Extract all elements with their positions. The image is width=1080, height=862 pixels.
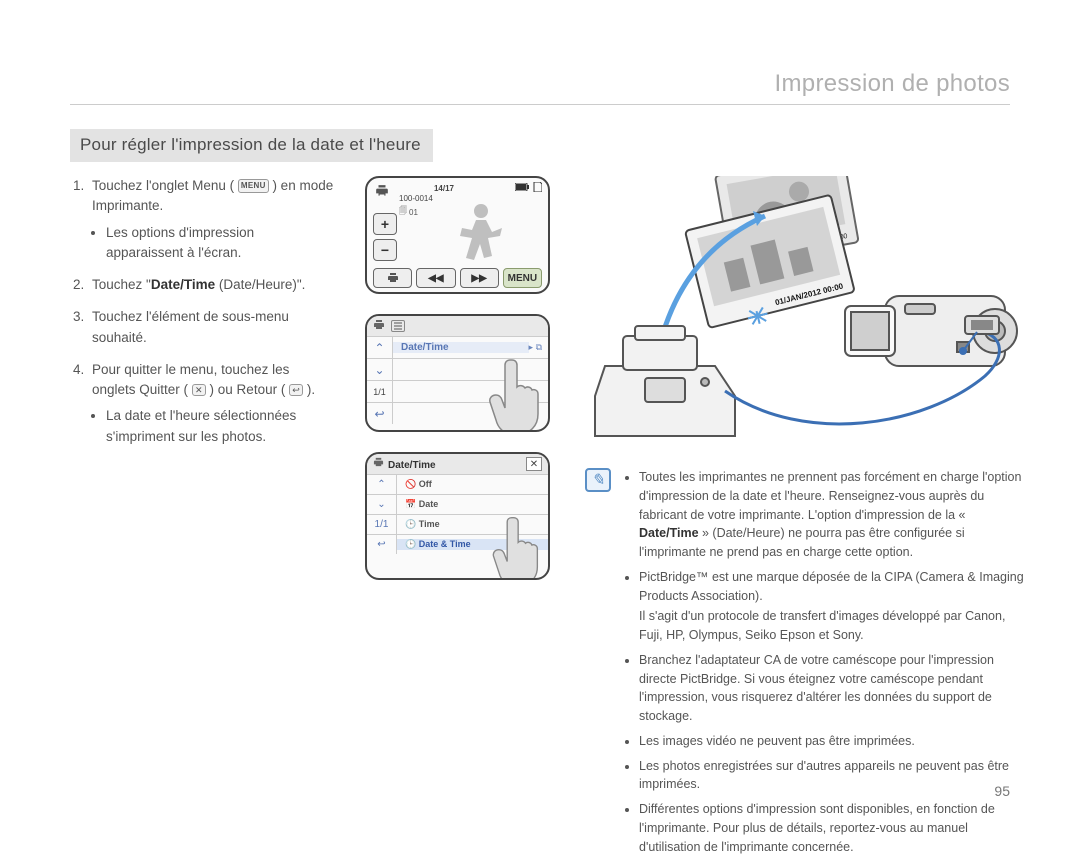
step-2-post: (Date/Heure)". — [215, 277, 305, 292]
counter-label: 14/17 — [434, 184, 454, 193]
printer-icon — [373, 319, 385, 334]
screen3-header: Date/Time ✕ — [367, 454, 548, 474]
step-4: Pour quitter le menu, touchez les onglet… — [88, 360, 335, 447]
step-2: Touchez "Date/Time (Date/Heure)". — [88, 275, 335, 295]
sd-icon — [532, 182, 542, 194]
page-indicator: 1/1 — [367, 515, 397, 534]
print-button[interactable] — [373, 268, 412, 288]
up-button[interactable]: ⌃ — [367, 475, 397, 494]
lcd-screen-1: 14/17 100-0014 🗐01 + − — [365, 176, 550, 294]
battery-icon — [515, 183, 529, 193]
note-1: Toutes les imprimantes ne prennent pas f… — [639, 468, 1025, 562]
close-button[interactable]: ✕ — [526, 457, 542, 471]
touch-hand-icon — [484, 356, 550, 432]
opt-dt-label: Date & Time — [419, 539, 471, 549]
lcd-screen-3: Date/Time ✕ ⌃🚫 Off ⌄📅 Date 1/1🕒 Time ↩🕒 … — [365, 452, 550, 580]
step-2-pre: Touchez " — [92, 277, 151, 292]
up-button[interactable]: ⌃ — [367, 337, 393, 358]
datetime-icon: 🕒 — [405, 539, 416, 549]
step-4-mid: ) ou Retour ( — [206, 382, 289, 397]
steps-column: Touchez l'onglet Menu ( MENU ) en mode I… — [70, 176, 335, 862]
page-indicator: 1/1 — [367, 381, 393, 402]
more-icon: ▸ ⧉ — [529, 342, 548, 353]
screen2-header — [367, 316, 548, 336]
return-icon: ↩ — [289, 384, 303, 396]
calendar-icon: 📅 — [405, 499, 416, 509]
return-button[interactable]: ↩ — [367, 535, 397, 554]
page-number: 95 — [994, 783, 1010, 799]
opt-date-label: Date — [419, 499, 439, 509]
step-4-post: ). — [303, 382, 315, 397]
option-off[interactable]: ⌃ 🚫 Off — [367, 474, 548, 494]
step-3: Touchez l'élément de sous-menu souhaité. — [88, 307, 335, 348]
return-button[interactable]: ↩ — [367, 403, 393, 424]
step-4-sub: La date et l'heure sélectionnées s'impri… — [106, 406, 335, 447]
minus-button[interactable]: − — [373, 239, 397, 261]
menu-button[interactable]: MENU — [503, 268, 542, 288]
copies-icon: 🗐 — [399, 205, 407, 219]
qty-toolbar: + − — [373, 213, 397, 261]
touch-hand-icon — [488, 514, 550, 580]
down-button[interactable]: ⌄ — [367, 495, 397, 514]
lcd-screen-2: ⌃ Date/Time ▸ ⧉ ⌄ 1/1 ↩ — [365, 314, 550, 432]
steps-list: Touchez l'onglet Menu ( MENU ) en mode I… — [70, 176, 335, 447]
note-icon: ✎ — [585, 468, 611, 492]
note-1-bold: Date/Time — [639, 526, 699, 540]
section-subtitle: Pour régler l'impression de la date et l… — [70, 129, 433, 162]
printer-icon — [375, 184, 389, 201]
clock-icon: 🕒 — [405, 519, 416, 529]
step-2-bold: Date/Time — [151, 277, 215, 292]
step-1-sub: Les options d'impression apparaissent à … — [106, 223, 335, 264]
right-column: 01/JAN/2012 00:00 01/JAN/2012 00:00 — [585, 176, 1025, 862]
next-button[interactable]: ▶▶ — [460, 268, 499, 288]
menu-icon: MENU — [238, 179, 269, 193]
filecode-label: 100-0014 — [399, 194, 433, 203]
screen3-title: Date/Time — [388, 460, 436, 471]
opt-time-label: Time — [419, 519, 440, 529]
nav-toolbar: ◀◀ ▶▶ MENU — [373, 268, 542, 288]
plus-button[interactable]: + — [373, 213, 397, 235]
prev-button[interactable]: ◀◀ — [416, 268, 455, 288]
printer-icon — [373, 460, 384, 471]
note-4: Les images vidéo ne peuvent pas être imp… — [639, 732, 1025, 751]
photo-silhouette — [446, 198, 516, 276]
folder-label: 01 — [409, 208, 418, 217]
off-icon: 🚫 — [405, 479, 416, 489]
content-columns: Touchez l'onglet Menu ( MENU ) en mode I… — [70, 176, 1010, 862]
connection-illustration: 01/JAN/2012 00:00 01/JAN/2012 00:00 — [585, 176, 1025, 456]
note-2: PictBridge™ est une marque déposée de la… — [639, 568, 1025, 645]
note-2-cont: Il s'agit d'un protocole de transfert d'… — [639, 607, 1025, 645]
page-title: Impression de photos — [70, 70, 1010, 105]
option-date[interactable]: ⌄ 📅 Date — [367, 494, 548, 514]
menu-row-datetime[interactable]: ⌃ Date/Time ▸ ⧉ — [367, 336, 548, 358]
down-button[interactable]: ⌄ — [367, 359, 393, 380]
note-6: Différentes options d'impression sont di… — [639, 800, 1025, 856]
note-3: Branchez l'adaptateur CA de votre camésc… — [639, 651, 1025, 726]
notes-list: Toutes les imprimantes ne prennent pas f… — [621, 468, 1025, 862]
page-root: Impression de photos Pour régler l'impre… — [0, 0, 1080, 827]
note-5: Les photos enregistrées sur d'autres app… — [639, 757, 1025, 795]
datetime-label: Date/Time — [393, 342, 529, 353]
step-1: Touchez l'onglet Menu ( MENU ) en mode I… — [88, 176, 335, 263]
close-icon: ✕ — [192, 384, 206, 396]
step-1-pre: Touchez l'onglet Menu ( — [92, 178, 238, 193]
opt-off-label: Off — [419, 479, 432, 489]
notes-block: ✎ Toutes les imprimantes ne prennent pas… — [585, 468, 1025, 862]
screens-column: 14/17 100-0014 🗐01 + − — [365, 176, 555, 862]
list-icon — [391, 320, 405, 332]
